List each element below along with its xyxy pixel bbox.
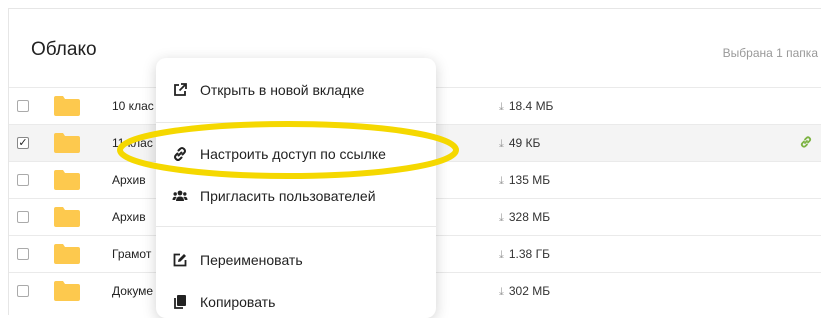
page-title: Облако — [31, 39, 97, 60]
menu-item-label: Пригласить пользователей — [200, 188, 376, 204]
row-checkbox[interactable] — [17, 174, 29, 186]
menu-item-share-link[interactable]: Настроить доступ по ссылке — [156, 138, 436, 170]
file-size: ⤓ 328 МБ — [499, 210, 550, 225]
menu-item-label: Копировать — [200, 294, 276, 310]
folder-icon — [54, 133, 80, 153]
row-checkbox[interactable] — [17, 100, 29, 112]
download-icon: ⤓ — [499, 249, 504, 261]
edit-icon — [173, 253, 187, 267]
file-size: ⤓ 49 КБ — [499, 136, 540, 151]
selection-info: Выбрана 1 папка — [722, 46, 818, 60]
file-name[interactable]: Докуме — [112, 284, 153, 298]
file-size-value: 1.38 ГБ — [508, 247, 550, 261]
file-name[interactable]: Грамот — [112, 247, 151, 261]
file-size-value: 49 КБ — [508, 136, 541, 150]
menu-item-open-new-tab[interactable]: Открыть в новой вкладке — [156, 74, 436, 106]
menu-item-rename[interactable]: Переименовать — [156, 244, 436, 276]
file-name[interactable]: Архив — [112, 173, 146, 187]
row-checkbox[interactable] — [17, 211, 29, 223]
row-checkbox[interactable]: ✓ — [17, 137, 29, 149]
file-size: ⤓ 1.38 ГБ — [499, 247, 550, 262]
row-checkbox[interactable] — [17, 285, 29, 297]
external-link-icon — [174, 83, 187, 96]
shared-link-icon[interactable] — [799, 135, 813, 149]
file-size: ⤓ 302 МБ — [499, 284, 550, 299]
menu-item-invite-users[interactable]: Пригласить пользователей — [156, 180, 436, 212]
file-name[interactable]: 10 клас — [112, 99, 154, 113]
download-icon: ⤓ — [499, 138, 504, 150]
download-icon: ⤓ — [499, 101, 504, 113]
context-menu: Открыть в новой вкладке Настроить доступ… — [156, 58, 436, 318]
folder-icon — [54, 170, 80, 190]
link-icon — [174, 147, 186, 161]
file-size-value: 328 МБ — [508, 210, 551, 224]
menu-item-label: Открыть в новой вкладке — [200, 82, 365, 98]
menu-item-copy[interactable]: Копировать — [156, 286, 436, 318]
folder-icon — [54, 244, 80, 264]
file-size-value: 135 МБ — [508, 173, 551, 187]
menu-item-label: Переименовать — [200, 252, 303, 268]
file-size-value: 302 МБ — [508, 284, 551, 298]
menu-separator — [156, 122, 436, 123]
download-icon: ⤓ — [499, 212, 504, 224]
file-size: ⤓ 135 МБ — [499, 173, 550, 188]
file-name[interactable]: Архив — [112, 210, 146, 224]
download-icon: ⤓ — [499, 286, 504, 298]
row-checkbox[interactable] — [17, 248, 29, 260]
copy-icon — [174, 295, 186, 309]
users-icon — [172, 190, 188, 201]
menu-item-label: Настроить доступ по ссылке — [200, 146, 386, 162]
file-name[interactable]: 11 клас — [112, 136, 153, 150]
menu-separator — [156, 226, 436, 227]
folder-icon — [54, 281, 80, 301]
file-size-value: 18.4 МБ — [508, 99, 554, 113]
folder-icon — [54, 207, 80, 227]
file-size: ⤓ 18.4 МБ — [499, 99, 553, 114]
folder-icon — [54, 96, 80, 116]
download-icon: ⤓ — [499, 175, 504, 187]
